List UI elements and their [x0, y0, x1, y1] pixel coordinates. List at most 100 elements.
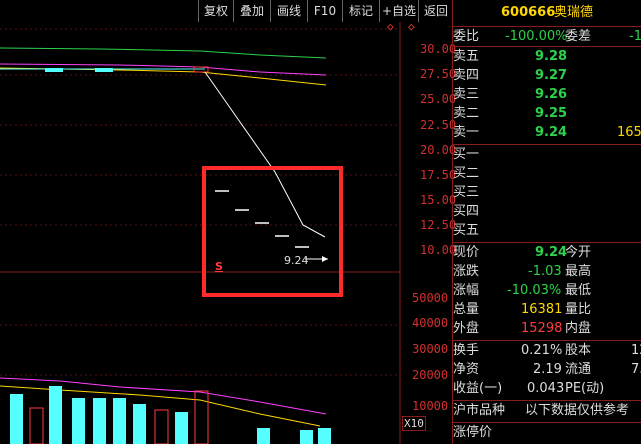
- signal-marker[interactable]: S: [215, 260, 223, 273]
- kline-chart[interactable]: ◇ ◇ 30.00 27.50 25.00 22.50 20.00 17.50 …: [0, 20, 456, 444]
- overlay-button[interactable]: 叠加: [233, 0, 270, 22]
- fund-label: 股本: [565, 343, 592, 358]
- stat-row: 涨幅 -10.03% 最低: [453, 282, 641, 300]
- current-price-label: 9.24: [284, 254, 309, 267]
- quote-panel: 600666 奥瑞德 委比 -100.00% 委差 -1 卖五 9.28 卖四 …: [452, 0, 641, 444]
- volume-unit-label[interactable]: X10: [402, 416, 426, 431]
- turnover-value: 0.21%: [521, 343, 563, 358]
- sell-row[interactable]: 卖三 9.26: [453, 86, 641, 104]
- float-shares-value: 7.: [631, 362, 641, 377]
- stat-label: 涨跌: [453, 264, 480, 279]
- stat-label: 总量: [453, 302, 480, 317]
- sell-row[interactable]: 卖四 9.27: [453, 67, 641, 85]
- volume-bar: [318, 428, 331, 444]
- candle: [95, 68, 113, 72]
- volume-bar: [10, 394, 23, 444]
- sell-price: 9.24: [535, 125, 568, 140]
- fuquan-button[interactable]: 复权: [198, 0, 233, 22]
- buy-row[interactable]: 买四: [453, 203, 641, 221]
- stat-row: 外盘 15298 内盘: [453, 320, 641, 338]
- sell-row[interactable]: 卖五 9.28: [453, 48, 641, 66]
- volume-bar: [93, 398, 106, 444]
- price-axis-label: 12.50: [420, 218, 457, 232]
- stat-row: 涨跌 -1.03 最高: [453, 263, 641, 281]
- draw-line-button[interactable]: 画线: [270, 0, 307, 22]
- price-axis-label: 25.00: [420, 92, 457, 106]
- limit-up-label: 涨停价: [453, 425, 493, 440]
- current-price: 9.24: [535, 245, 568, 260]
- stat-label: 涨幅: [453, 283, 480, 298]
- buy-label: 买二: [453, 166, 480, 181]
- fund-row: 换手 0.21% 股本 12: [453, 342, 641, 360]
- divider: [453, 340, 641, 341]
- sell-label: 卖三: [453, 87, 480, 102]
- diamond-icon[interactable]: ◇: [408, 20, 415, 33]
- sell-price: 9.26: [535, 87, 568, 102]
- add-watchlist-button[interactable]: +自选: [379, 0, 418, 22]
- change-percent: -10.03%: [507, 283, 562, 298]
- sell-row[interactable]: 卖二 9.25: [453, 105, 641, 123]
- total-volume: 16381: [521, 302, 563, 317]
- buy-label: 买四: [453, 204, 480, 219]
- weibi-label: 委比: [453, 29, 480, 44]
- buy-label: 买一: [453, 147, 480, 162]
- sell-label: 卖四: [453, 68, 480, 83]
- buy-label: 买三: [453, 185, 480, 200]
- stat-label: 最低: [565, 283, 592, 298]
- fund-label: 净资: [453, 362, 480, 377]
- divider: [453, 26, 641, 27]
- buy-row[interactable]: 买一: [453, 146, 641, 164]
- sell-row[interactable]: 卖一 9.24 165: [453, 124, 641, 142]
- chart-canvas: [0, 22, 401, 444]
- market-label: 沪市品种: [453, 403, 506, 418]
- volume-axis-label: 10000: [412, 399, 449, 413]
- volume-bar: [175, 412, 188, 444]
- fund-label: PE(动): [565, 381, 605, 396]
- sell-label: 卖一: [453, 125, 480, 140]
- buy-label: 买五: [453, 223, 480, 238]
- fund-row: 净资 2.19 流通 7.: [453, 361, 641, 379]
- f10-button[interactable]: F10: [307, 0, 342, 22]
- market-row: 沪市品种 以下数据仅供参考: [453, 402, 641, 420]
- buy-row[interactable]: 买三: [453, 184, 641, 202]
- volume-bar: [300, 430, 313, 444]
- volume-bar: [113, 398, 126, 444]
- back-button[interactable]: 返回: [418, 0, 453, 22]
- price-axis-label: 30.00: [420, 42, 457, 56]
- volume-bar-up: [29, 407, 44, 444]
- price-line: [204, 71, 326, 238]
- stat-row: 总量 16381 量比: [453, 301, 641, 319]
- stock-code: 600666: [501, 5, 556, 20]
- price-pointer-arrow: [322, 256, 328, 262]
- price-axis-label: 22.50: [420, 118, 457, 132]
- candle: [45, 68, 63, 72]
- fund-label: 收益(一): [453, 381, 503, 396]
- weibi-value: -100.00%: [505, 29, 568, 44]
- chart-option-icon[interactable]: ◇: [387, 20, 394, 33]
- stat-label: 量比: [565, 302, 592, 317]
- price-axis-label: 17.50: [420, 168, 457, 182]
- volume-bar: [133, 404, 146, 444]
- net-asset-value: 2.19: [533, 362, 562, 377]
- volume-axis-label: 40000: [412, 316, 449, 330]
- sell-label: 卖五: [453, 49, 480, 64]
- ma-line-green: [0, 47, 327, 59]
- mark-button[interactable]: 标记: [342, 0, 379, 22]
- sell-label: 卖二: [453, 106, 480, 121]
- limit-row: 涨停价: [453, 424, 641, 442]
- sell-price: 9.28: [535, 49, 568, 64]
- outer-volume: 15298: [521, 321, 563, 336]
- buy-row[interactable]: 买五: [453, 222, 641, 240]
- sell-price: 9.27: [535, 68, 568, 83]
- share-capital-value: 12: [631, 343, 641, 358]
- price-axis-label: 10.00: [420, 243, 457, 257]
- vol-ma-magenta: [0, 377, 327, 415]
- sell-price: 9.25: [535, 106, 568, 121]
- weibi-row: 委比 -100.00% 委差 -1: [453, 28, 641, 46]
- stat-label: 今开: [565, 245, 592, 260]
- weicha-value: -1: [629, 29, 641, 44]
- buy-row[interactable]: 买二: [453, 165, 641, 183]
- sell-volume: 165: [617, 125, 641, 140]
- vol-ma-yellow: [0, 385, 321, 427]
- price-axis-label: 15.00: [420, 193, 457, 207]
